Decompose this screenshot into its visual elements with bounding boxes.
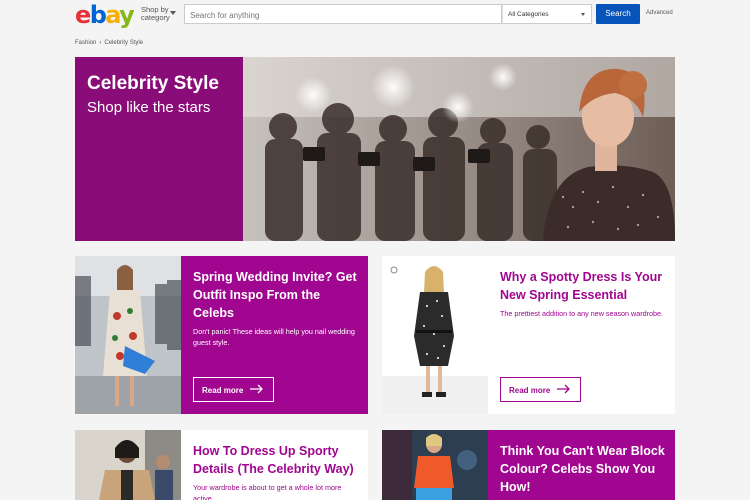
- card-image-celebrity-block-colour: [382, 430, 488, 500]
- ebay-logo[interactable]: ebay: [75, 2, 135, 28]
- chevron-down-icon: [581, 13, 585, 16]
- arrow-right-icon: [557, 384, 571, 396]
- hero-title: Celebrity Style: [87, 73, 219, 94]
- article-card-spotty-dress[interactable]: Why a Spotty Dress Is Your New Spring Es…: [382, 256, 675, 414]
- card-text-panel: How To Dress Up Sporty Details (The Cele…: [181, 430, 368, 500]
- hero-subtitle: Shop like the stars: [87, 99, 211, 116]
- hero-image-paparazzi: [243, 57, 675, 241]
- read-more-label: Read more: [509, 386, 551, 395]
- site-header: ebay Shop by category All Categories Sea…: [0, 0, 750, 30]
- card-image-celebrity-sporty: [75, 430, 181, 500]
- card-title[interactable]: How To Dress Up Sporty Details (The Cele…: [193, 442, 363, 478]
- card-title[interactable]: Think You Can't Wear Block Colour? Celeb…: [500, 442, 670, 496]
- chevron-down-icon[interactable]: [170, 11, 176, 15]
- card-text-panel: Why a Spotty Dress Is Your New Spring Es…: [488, 256, 675, 414]
- breadcrumb-separator: ›: [99, 40, 102, 46]
- read-more-button[interactable]: Read more: [500, 377, 581, 402]
- breadcrumb-item-celebrity-style: Celebrity Style: [104, 40, 144, 46]
- card-image-celebrity-floral-coat: [75, 256, 181, 414]
- search-field[interactable]: [184, 4, 502, 25]
- card-description: Don't panic! These ideas will help you n…: [193, 327, 355, 347]
- search-button[interactable]: Search: [596, 4, 640, 24]
- category-select-value: All Categories: [508, 11, 549, 18]
- read-more-button[interactable]: Read more: [193, 377, 274, 402]
- hero-text-panel: Celebrity Style Shop like the stars: [75, 57, 243, 241]
- card-description: Your wardrobe is about to get a whole lo…: [193, 483, 342, 500]
- card-title[interactable]: Why a Spotty Dress Is Your New Spring Es…: [500, 268, 670, 304]
- breadcrumb: Fashion › Celebrity Style: [75, 40, 143, 46]
- breadcrumb-item-fashion[interactable]: Fashion: [75, 40, 96, 46]
- read-more-label: Read more: [202, 386, 244, 395]
- card-title[interactable]: Spring Wedding Invite? Get Outfit Inspo …: [193, 268, 363, 322]
- article-card-spring-wedding[interactable]: Spring Wedding Invite? Get Outfit Inspo …: [75, 256, 368, 414]
- arrow-right-icon: [250, 384, 264, 396]
- card-description: The prettiest addition to any new season…: [500, 309, 664, 318]
- shop-by-category-button[interactable]: Shop by category: [141, 6, 171, 22]
- card-image-celebrity-spotty-dress: [382, 256, 488, 414]
- advanced-search-link[interactable]: Advanced: [646, 10, 673, 16]
- article-card-block-colour[interactable]: Think You Can't Wear Block Colour? Celeb…: [382, 430, 675, 500]
- article-card-sporty-details[interactable]: How To Dress Up Sporty Details (The Cele…: [75, 430, 368, 500]
- search-input[interactable]: [185, 6, 501, 25]
- card-text-panel: Think You Can't Wear Block Colour? Celeb…: [488, 430, 675, 500]
- hero-banner[interactable]: Celebrity Style Shop like the stars: [75, 57, 675, 241]
- card-text-panel: Spring Wedding Invite? Get Outfit Inspo …: [181, 256, 368, 414]
- category-select[interactable]: All Categories: [502, 4, 592, 24]
